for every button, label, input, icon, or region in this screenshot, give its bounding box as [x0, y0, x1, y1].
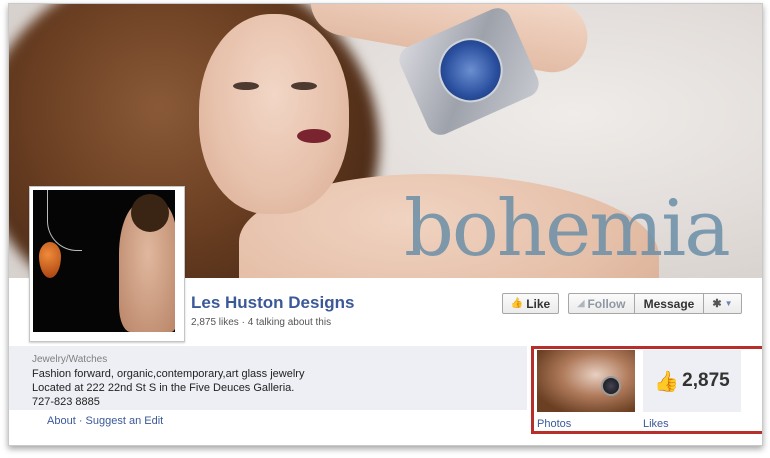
about-location: Located at 222 22nd St S in the Five Deu…: [32, 382, 295, 394]
message-label: Message: [643, 296, 695, 311]
like-label: Like: [526, 296, 551, 311]
message-button[interactable]: Message: [634, 293, 704, 314]
facebook-page-frame: bohemia Les Huston Designs 2,875 likes ·…: [8, 3, 763, 446]
pendant: [39, 242, 61, 278]
thumbs-up-icon: 👍: [510, 298, 524, 309]
follow-button[interactable]: ◢ Follow: [568, 293, 634, 314]
follow-label: Follow: [587, 296, 626, 311]
model-hair: [131, 194, 169, 232]
profile-picture-image: [33, 190, 175, 332]
page-category[interactable]: Jewelry/Watches: [32, 354, 107, 365]
about-description: Fashion forward, organic,contemporary,ar…: [32, 368, 305, 380]
like-button[interactable]: 👍 Like: [502, 293, 559, 314]
page-stats: 2,875 likes · 4 talking about this: [191, 317, 332, 328]
cover-logo: bohemia: [404, 184, 731, 274]
page-title[interactable]: Les Huston Designs: [191, 293, 354, 313]
gear-icon: ✱: [712, 298, 722, 310]
chevron-down-icon: ▼: [724, 299, 733, 308]
lips: [297, 129, 331, 143]
left-eye: [233, 82, 259, 90]
about-links: About · Suggest an Edit: [47, 415, 163, 427]
about-link[interactable]: About: [47, 415, 76, 427]
link-separator: ·: [78, 415, 83, 427]
profile-picture[interactable]: [29, 186, 185, 342]
rss-icon: ◢: [577, 298, 585, 308]
bracelet-gem: [428, 27, 513, 113]
settings-dropdown[interactable]: ✱ ▼: [704, 293, 742, 314]
highlight-box: [531, 346, 762, 434]
about-phone: 727-823 8885: [32, 396, 100, 408]
cover-face: [199, 14, 349, 214]
suggest-edit-link[interactable]: Suggest an Edit: [86, 415, 164, 427]
right-eye: [291, 82, 317, 90]
